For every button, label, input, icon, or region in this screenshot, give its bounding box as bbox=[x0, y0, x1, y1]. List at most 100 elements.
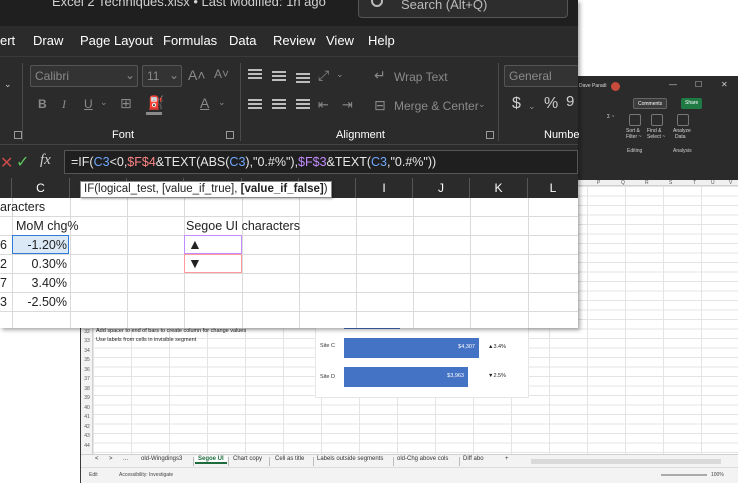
tab-chart-copy[interactable]: Chart copy bbox=[233, 456, 262, 462]
tab-page-layout[interactable]: Page Layout bbox=[80, 33, 153, 48]
cell-b1-title[interactable]: aracters bbox=[0, 200, 45, 214]
wrap-text-button[interactable]: Wrap Text bbox=[394, 70, 448, 84]
next-sheet-button[interactable]: > bbox=[109, 456, 113, 462]
row-number[interactable]: 37 bbox=[81, 376, 93, 382]
col-c[interactable]: C bbox=[12, 178, 70, 198]
font-color-button[interactable]: A bbox=[200, 95, 209, 111]
cell-c6[interactable]: -2.50% bbox=[12, 295, 67, 309]
row-number[interactable]: 33 bbox=[81, 338, 93, 344]
tab-draw[interactable]: Draw bbox=[33, 33, 63, 48]
alignment-dialog-launcher-icon[interactable] bbox=[486, 131, 494, 139]
align-bottom-icon[interactable] bbox=[296, 73, 310, 85]
tooltip-args[interactable]: IF(logical_test, [value_if_true], bbox=[84, 183, 241, 195]
shrink-font-button[interactable]: A˅ bbox=[214, 67, 229, 81]
sort-filter-icon[interactable] bbox=[629, 114, 641, 126]
tab-help[interactable]: Help bbox=[368, 33, 395, 48]
cell-f3-up-triangle[interactable]: ▲ bbox=[188, 236, 202, 252]
currency-button[interactable]: $ bbox=[512, 95, 521, 113]
decrease-indent-icon[interactable]: ⇤ bbox=[318, 97, 329, 113]
italic-button[interactable]: I bbox=[62, 97, 66, 112]
row-number[interactable]: 35 bbox=[81, 357, 93, 363]
chevron-down-icon[interactable]: ⌄ bbox=[336, 69, 344, 80]
cell-f4-down-triangle[interactable]: ▼ bbox=[188, 255, 202, 271]
comments-button[interactable]: Comments bbox=[633, 98, 668, 109]
tab-cell-as-title[interactable]: Cell as title bbox=[275, 456, 304, 462]
share-button[interactable]: Share bbox=[681, 98, 703, 109]
cell-grid[interactable]: aracters MoM chg% Segoe UI characters ▲ … bbox=[0, 198, 578, 328]
align-center-icon[interactable] bbox=[272, 99, 286, 111]
cell-c3[interactable]: -1.20% bbox=[12, 238, 67, 252]
insert-function-button[interactable]: fx bbox=[40, 152, 51, 169]
tab-data[interactable]: Data bbox=[229, 33, 256, 48]
cell-b5-edge[interactable]: 7 bbox=[0, 276, 7, 290]
maximize-icon[interactable]: ☐ bbox=[695, 80, 702, 89]
note-labels[interactable]: Use labels from cells in invisible segme… bbox=[96, 337, 196, 343]
row-number[interactable]: 38 bbox=[81, 386, 93, 392]
col-l[interactable]: L bbox=[528, 178, 578, 198]
row-number[interactable]: 36 bbox=[81, 367, 93, 373]
tab-view[interactable]: View bbox=[326, 33, 354, 48]
search-box[interactable]: Search (Alt+Q) bbox=[358, 0, 568, 18]
accessibility-status[interactable]: Accessibility: Investigate bbox=[119, 472, 173, 478]
cell-b6-edge[interactable]: 3 bbox=[0, 295, 7, 309]
find-select-icon[interactable] bbox=[651, 114, 663, 126]
minimize-icon[interactable]: — bbox=[669, 80, 677, 89]
prev-sheet-button[interactable]: < bbox=[95, 456, 99, 462]
row-number[interactable]: 39 bbox=[81, 395, 93, 401]
more-sheets-button[interactable]: ... bbox=[123, 456, 128, 462]
comma-style-icon[interactable]: 9 bbox=[566, 93, 574, 110]
font-size-box[interactable]: 11 ⌄ bbox=[142, 65, 182, 87]
cell-b3-edge[interactable]: 6 bbox=[0, 238, 7, 252]
chevron-down-icon[interactable]: ⌄ bbox=[100, 97, 108, 108]
col-j[interactable]: J bbox=[413, 178, 470, 198]
col-i[interactable]: I bbox=[356, 178, 413, 198]
wrap-text-icon[interactable]: ↵ bbox=[374, 67, 386, 84]
align-right-icon[interactable] bbox=[296, 99, 310, 111]
font-name-box[interactable]: Calibri ⌄ bbox=[30, 65, 138, 87]
percent-button[interactable]: % bbox=[544, 95, 558, 113]
number-format-box[interactable]: General bbox=[504, 65, 578, 87]
orientation-icon[interactable]: ⤢ bbox=[318, 67, 329, 84]
chevron-down-icon[interactable]: ⌄ bbox=[218, 97, 226, 108]
tab-insert[interactable]: ert bbox=[0, 33, 15, 48]
zoom-slider[interactable] bbox=[661, 474, 707, 476]
tab-review[interactable]: Review bbox=[273, 33, 316, 48]
add-sheet-button[interactable]: + bbox=[505, 456, 509, 462]
formula-input[interactable]: =IF(C3<0,$F$4&TEXT(ABS(C3),"0.#%"),$F$3&… bbox=[64, 150, 578, 174]
grow-font-button[interactable]: A˄ bbox=[188, 67, 206, 83]
row-number[interactable]: 32 bbox=[81, 329, 93, 335]
align-top-icon[interactable] bbox=[248, 69, 262, 81]
close-icon[interactable]: ✕ bbox=[721, 80, 728, 89]
row-number[interactable]: 43 bbox=[81, 433, 93, 439]
row-number[interactable]: 42 bbox=[81, 424, 93, 430]
cell-c4[interactable]: 0.30% bbox=[12, 257, 67, 271]
underline-button[interactable]: U bbox=[84, 97, 93, 111]
bold-button[interactable]: B bbox=[38, 97, 47, 111]
cell-c2-header[interactable]: MoM chg% bbox=[16, 219, 79, 233]
row-number[interactable]: 44 bbox=[81, 443, 93, 449]
avatar[interactable] bbox=[611, 82, 620, 91]
tab-segoe-ui[interactable]: Segoe UI bbox=[195, 456, 227, 464]
increase-indent-icon[interactable]: ⇥ bbox=[342, 97, 353, 113]
tab-old-chg-above-cols[interactable]: old-Chg above cols bbox=[397, 456, 448, 462]
note-spacer[interactable]: Add spacer to end of bars to create colu… bbox=[96, 328, 246, 334]
cell-b4-edge[interactable]: 2 bbox=[0, 257, 7, 271]
tab-formulas[interactable]: Formulas bbox=[163, 33, 217, 48]
borders-icon[interactable]: ⊞ bbox=[120, 95, 132, 112]
align-left-icon[interactable] bbox=[248, 99, 262, 111]
cell-f2-heading[interactable]: Segoe UI characters bbox=[186, 219, 300, 233]
font-dialog-launcher-icon[interactable] bbox=[226, 131, 234, 139]
clipboard-dialog-launcher-icon[interactable] bbox=[14, 131, 22, 139]
row-number[interactable]: 41 bbox=[81, 414, 93, 420]
tooltip-current-arg[interactable]: [value_if_false] bbox=[241, 183, 324, 195]
chevron-down-icon[interactable]: ⌄ bbox=[528, 101, 536, 112]
dropdown-arrow-icon[interactable]: ⌄ bbox=[4, 79, 12, 90]
tab-labels-outside-segments[interactable]: Labels outside segments bbox=[317, 456, 383, 462]
col-k[interactable]: K bbox=[470, 178, 528, 198]
cell-c5[interactable]: 3.40% bbox=[12, 276, 67, 290]
row-number[interactable]: 40 bbox=[81, 405, 93, 411]
align-middle-icon[interactable] bbox=[272, 71, 286, 83]
zoom-level[interactable]: 100% bbox=[711, 472, 724, 478]
horizontal-scrollbar[interactable] bbox=[531, 459, 721, 464]
chevron-down-icon[interactable]: ⌄ bbox=[478, 99, 486, 110]
